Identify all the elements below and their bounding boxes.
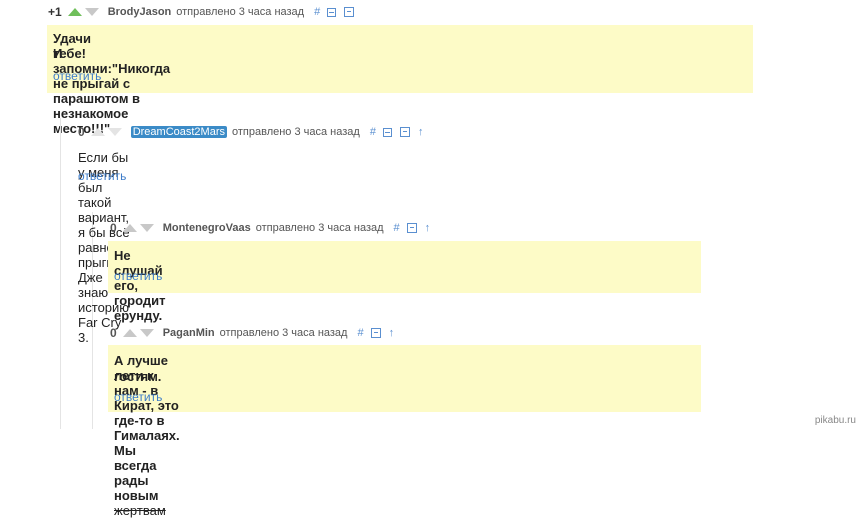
permalink-hash-icon[interactable]: # [370,126,376,138]
save-icon[interactable] [399,127,410,137]
comment-body-line: Не слушай его, городит ерунду. [114,248,166,323]
collapse-icon[interactable] [327,7,337,17]
parent-arrow-icon[interactable]: ↑ [418,126,424,138]
upvote-arrow-icon[interactable] [122,224,137,232]
downvote-arrow-icon[interactable] [107,128,122,136]
save-icon[interactable] [406,223,417,233]
reply-link[interactable]: ответить [114,269,162,283]
permalink-hash-icon[interactable]: # [394,222,400,234]
strikethrough-word: жертвам [114,503,166,518]
comment-author[interactable]: DreamCoast2Mars [130,126,227,138]
downvote-arrow-icon[interactable] [139,329,154,337]
save-icon[interactable] [344,7,355,17]
downvote-arrow-icon[interactable] [84,8,99,16]
permalink-hash-icon[interactable]: # [314,6,320,18]
site-watermark: pikabu.ru [814,415,856,426]
permalink-hash-icon[interactable]: # [357,327,363,339]
comment-meta: +1 BrodyJason отправлено 3 часа назад # [48,4,362,20]
reply-link[interactable]: ответить [114,390,162,404]
comment-score: 0 [78,125,85,139]
comment-highlight-box [108,241,701,293]
comment-timestamp: отправлено 3 часа назад [232,126,360,138]
comment-timestamp: отправлено 3 часа назад [219,327,348,339]
reply-link[interactable]: ответить [53,69,101,83]
downvote-arrow-icon[interactable] [139,224,154,232]
save-icon[interactable] [370,328,381,338]
parent-arrow-icon[interactable]: ↑ [389,327,395,339]
comment-author[interactable]: MontenegroVaas [163,222,251,234]
comment-author[interactable]: BrodyJason [108,6,172,18]
comment-timestamp: отправлено 3 часа назад [176,6,305,18]
comment-meta: 0 PaganMin отправлено 3 часа назад # ↑ [110,325,401,341]
comment-body-line: гостям. [114,369,162,384]
comment-score: +1 [48,5,62,19]
comment-timestamp: отправлено 3 часа назад [255,222,384,234]
comment-score: 0 [110,221,117,235]
comment-meta: 0 DreamCoast2Mars отправлено 3 часа наза… [78,124,430,140]
upvote-arrow-icon[interactable] [122,329,137,337]
comment-highlight-box [108,345,701,412]
collapse-icon[interactable] [382,127,392,137]
thread-line [60,118,61,429]
comment-author[interactable]: PaganMin [163,327,215,339]
upvote-arrow-icon[interactable] [90,128,105,136]
reply-link[interactable]: ответить [78,169,126,183]
comment-meta: 0 MontenegroVaas отправлено 3 часа назад… [110,220,437,236]
parent-arrow-icon[interactable]: ↑ [425,222,431,234]
upvote-arrow-icon[interactable] [67,8,82,16]
comment-score: 0 [110,326,117,340]
comment-body-line: И запомни:"Никогда не прыгай с парашютом… [53,46,171,136]
